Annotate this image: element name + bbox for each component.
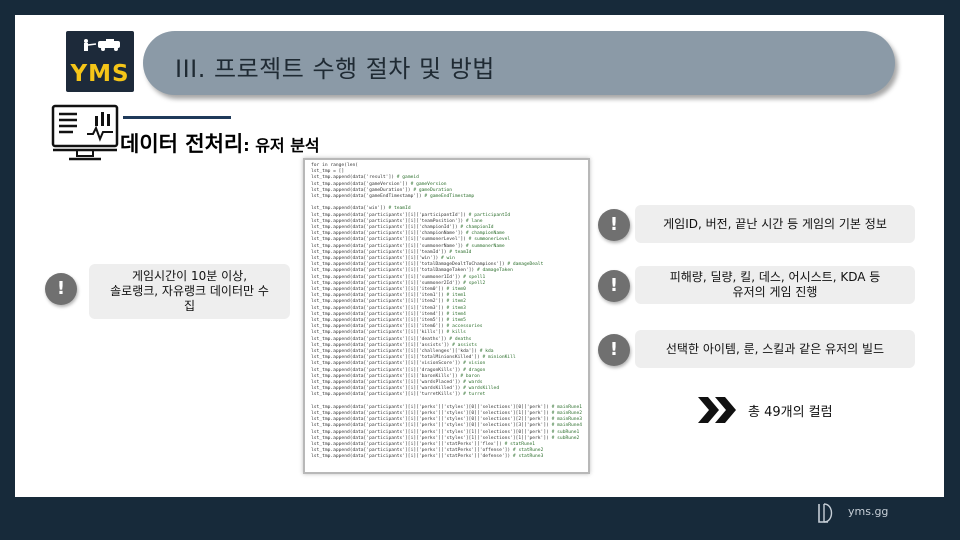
exclamation-icon: ! [45, 273, 77, 305]
info-card-progress-text: 피해량, 딜량, 킬, 데스, 어시스트, KDA 등 유저의 게임 진행 [669, 270, 881, 299]
code-line: lst_tmp.append(data['gameDuration']) # g… [311, 187, 453, 193]
info-card-build: 선택한 아이템, 룬, 스킬과 같은 유저의 빌드 [635, 330, 915, 368]
code-line: lst_tmp.append(data['win']) # teamId [311, 206, 411, 212]
code-line: lst_tmp.append(data['participants'][i]['… [311, 330, 466, 336]
code-line: lst_tmp.append(data['participants'][i]['… [311, 442, 536, 447]
page-title: III. 프로젝트 수행 절차 및 방법 [175, 55, 495, 83]
section-title-main: 데이터 전처리 [120, 132, 244, 156]
code-line: for in range(len( [311, 163, 359, 168]
footer-logo-icon [818, 503, 833, 523]
car-icon [84, 39, 120, 51]
code-line: lst_tmp.append(data['participants'][i]['… [311, 231, 505, 237]
code-line: lst_tmp.append(data['participants'][i]['… [311, 274, 486, 280]
code-line: lst_tmp.append(data['participants'][i]['… [311, 417, 583, 423]
info-card-left: 게임시간이 10분 이상, 솔로랭크, 자유랭크 데이터만 수집 [89, 264, 290, 319]
exclamation-icon: ! [598, 270, 630, 302]
code-line: lst_tmp.append(data['participants'][i]['… [311, 361, 486, 367]
code-line: lst_tmp.append(data['participants'][i]['… [311, 280, 486, 286]
section-title-sub: : 유저 분석 [243, 136, 320, 155]
code-line: lst_tmp.append(data['participants'][i]['… [311, 355, 516, 361]
code-line: lst_tmp.append(data['participants'][i]['… [311, 237, 511, 243]
code-line: lst_tmp.append(data['participants'][i]['… [311, 367, 486, 373]
code-line: lst_tmp.append(data['gameVersion']) # ga… [311, 181, 447, 187]
code-line: lst_tmp.append(data['participants'][i]['… [311, 225, 494, 230]
code-line: lst_tmp.append(data['participants'][i]['… [311, 423, 583, 429]
code-line: lst_tmp.append(data['participants'][i]['… [311, 429, 580, 435]
yms-logo: YMS [66, 31, 134, 92]
code-line: lst_tmp.append(data['participants'][i]['… [311, 311, 466, 317]
info-card-build-text: 선택한 아이템, 룬, 스킬과 같은 유저의 빌드 [665, 341, 885, 356]
code-line: lst_tmp.append(data['participants'][i]['… [311, 342, 477, 348]
code-line: lst_tmp.append(data['participants'][i]['… [311, 293, 466, 299]
code-line: lst_tmp.append(data['participants'][i]['… [311, 299, 466, 305]
code-line: lst_tmp.append(data['participants'][i]['… [311, 411, 583, 416]
code-line: lst_tmp.append(data['participants'][i]['… [311, 380, 483, 385]
code-line: lst_tmp.append(data['participants'][i]['… [311, 305, 466, 311]
info-card-left-text: 게임시간이 10분 이상, 솔로랭크, 자유랭크 데이터만 수집 [110, 269, 269, 313]
code-line: lst_tmp.append(data['participants'][i]['… [311, 243, 505, 249]
info-card-basic-text: 게임ID, 버전, 끝난 시간 등 게임의 기본 정보 [663, 216, 887, 231]
code-line: lst_tmp.append(data['result']) # gameid [311, 175, 419, 181]
double-chevron-right-icon [698, 397, 736, 423]
code-line: lst_tmp.append(data['participants'][i]['… [311, 404, 583, 410]
logo-text: YMS [70, 61, 130, 87]
monitor-analytics-icon [51, 104, 119, 161]
code-line: lst_tmp.append(data['participants'][i]['… [311, 454, 544, 460]
code-screenshot: for in range(len( lst_tmp = [] lst_tmp.a… [303, 158, 590, 474]
section-title: 데이터 전처리: 유저 분석 [120, 128, 320, 158]
code-line: lst_tmp.append(data['participants'][i]['… [311, 256, 455, 261]
code-line: lst_tmp = [] [311, 169, 345, 175]
exclamation-icon: ! [598, 209, 630, 241]
total-columns-label: 총 49개의 컬럼 [748, 404, 833, 420]
code-line: lst_tmp.append(data['participants'][i]['… [311, 262, 544, 268]
code-line: lst_tmp.append(data['participants'][i]['… [311, 373, 480, 379]
exclamation-icon: ! [598, 334, 630, 366]
code-line: lst_tmp.append(data['participants'][i]['… [311, 218, 483, 224]
code-line: lst_tmp.append(data['participants'][i]['… [311, 386, 500, 392]
code-line: lst_tmp.append(data['gameEndTimestamp'])… [311, 194, 475, 199]
info-card-basic: 게임ID, 버전, 끝난 시간 등 게임의 기본 정보 [635, 205, 915, 243]
code-line: lst_tmp.append(data['participants'][i]['… [311, 249, 472, 255]
code-line: lst_tmp.append(data['participants'][i]['… [311, 392, 486, 398]
code-line: lst_tmp.append(data['participants'][i]['… [311, 349, 494, 354]
total-columns: 총 49개의 컬럼 [698, 397, 833, 423]
code-line: lst_tmp.append(data['participants'][i]['… [311, 212, 511, 218]
code-line: lst_tmp.append(data['participants'][i]['… [311, 318, 466, 323]
code-line: lst_tmp.append(data['participants'][i]['… [311, 435, 580, 441]
code-line: lst_tmp.append(data['participants'][i]['… [311, 268, 513, 274]
info-card-progress: 피해량, 딜량, 킬, 데스, 어시스트, KDA 등 유저의 게임 진행 [635, 266, 915, 304]
code-line: lst_tmp.append(data['participants'][i]['… [311, 324, 483, 330]
header-title-bar: III. 프로젝트 수행 절차 및 방법 [143, 31, 895, 95]
code-line: lst_tmp.append(data['participants'][i]['… [311, 448, 544, 454]
code-line: lst_tmp.append(data['participants'][i]['… [311, 287, 466, 292]
footer-url: yms.gg [848, 505, 889, 518]
accent-divider [123, 116, 231, 119]
code-line: lst_tmp.append(data['participants'][i]['… [311, 336, 472, 342]
